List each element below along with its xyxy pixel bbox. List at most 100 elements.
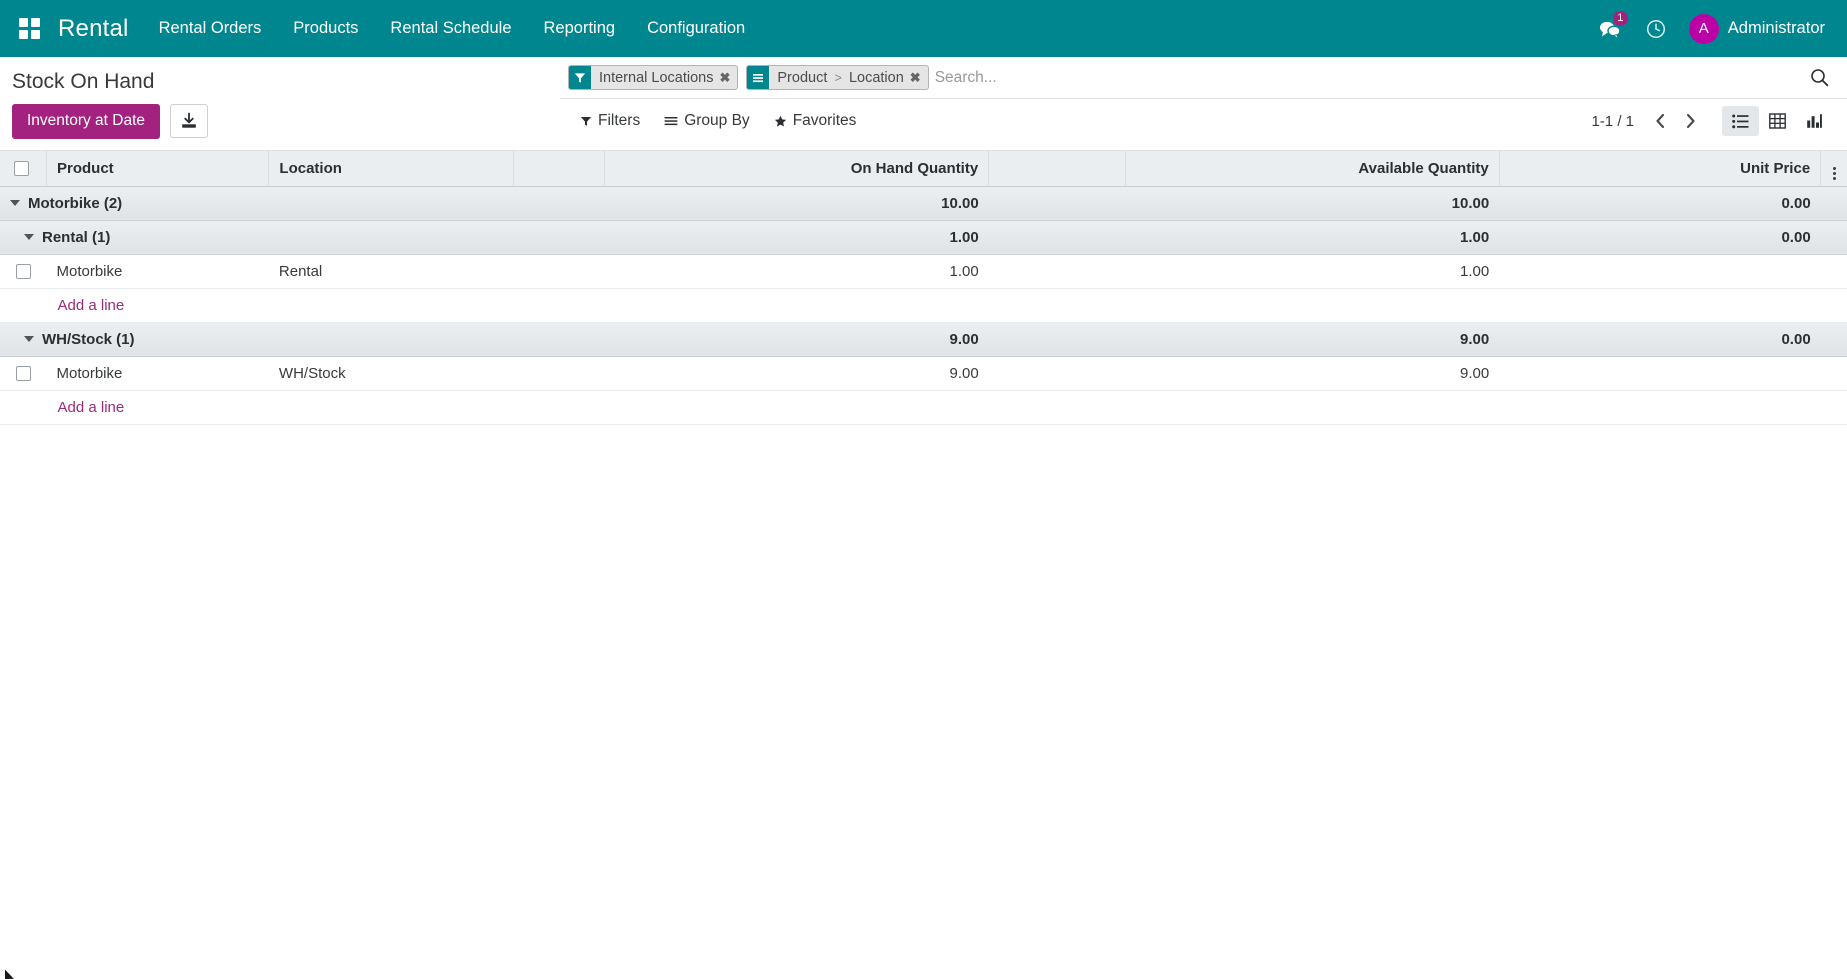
view-switcher — [1722, 106, 1833, 136]
user-menu[interactable]: A Administrator — [1679, 14, 1829, 44]
facet-product-location-label: Product > Location ✖ — [769, 66, 927, 89]
group-on-hand: 9.00 — [605, 322, 989, 356]
select-all-checkbox[interactable] — [14, 161, 29, 176]
user-name: Administrator — [1728, 19, 1825, 38]
close-x-icon[interactable]: ✖ — [719, 71, 730, 84]
search-icon — [1810, 68, 1829, 87]
bar-chart-icon — [1806, 113, 1823, 129]
pager-next-button[interactable] — [1676, 108, 1704, 134]
row-checkbox[interactable] — [16, 366, 31, 381]
list-view-icon — [1732, 114, 1749, 129]
table-row[interactable]: Motorbike WH/Stock 9.00 9.00 — [0, 356, 1847, 390]
facet-text: Internal Locations — [599, 70, 713, 86]
empty-content-area — [0, 425, 1847, 979]
group-by-lines-icon — [664, 115, 678, 127]
list-header: Product Location On Hand Quantity Availa… — [0, 151, 1847, 187]
control-panel-left: Stock On Hand Inventory at Date — [0, 57, 560, 150]
search-button[interactable] — [1800, 68, 1833, 87]
filters-dropdown[interactable]: Filters — [568, 108, 652, 134]
add-a-line-row[interactable]: Add a line — [0, 288, 1847, 322]
view-switcher-pivot[interactable] — [1759, 106, 1796, 136]
list-body: Motorbike (2) 10.00 10.00 0.00 Rental (1… — [0, 186, 1847, 424]
app-brand-rental[interactable]: Rental — [52, 15, 143, 43]
group-spacer-2 — [989, 186, 1125, 220]
group-unit-price: 0.00 — [1499, 322, 1820, 356]
add-a-line-button[interactable]: Add a line — [57, 399, 125, 416]
table-row[interactable]: Motorbike Rental 1.00 1.00 — [0, 254, 1847, 288]
pager: 1-1 / 1 — [1591, 108, 1704, 134]
cell-unit-price — [1499, 254, 1820, 288]
menu-item-configuration[interactable]: Configuration — [631, 0, 761, 57]
cell-location: Rental — [269, 254, 514, 288]
group-by-label: Group By — [684, 112, 749, 130]
column-header-unit-price[interactable]: Unit Price — [1499, 151, 1820, 187]
clock-activity-icon — [1645, 18, 1667, 40]
messages-menu-button[interactable]: 1 — [1587, 9, 1633, 49]
filter-funnel-icon — [569, 66, 591, 89]
cell-spacer-1 — [514, 356, 605, 390]
group-row-motorbike[interactable]: Motorbike (2) 10.00 10.00 0.00 — [0, 186, 1847, 220]
export-button[interactable] — [170, 104, 208, 138]
cell-spacer-2 — [989, 356, 1125, 390]
add-a-line-row[interactable]: Add a line — [0, 390, 1847, 424]
apps-menu-toggle[interactable] — [12, 12, 46, 46]
cell-unit-price — [1499, 356, 1820, 390]
search-input[interactable] — [929, 67, 1800, 89]
cell-on-hand-quantity: 1.00 — [605, 254, 989, 288]
group-spacer-1 — [514, 186, 605, 220]
column-header-spacer-2 — [989, 151, 1125, 187]
group-row-wh-stock[interactable]: WH/Stock (1) 9.00 9.00 0.00 — [0, 322, 1847, 356]
close-x-icon[interactable]: ✖ — [910, 71, 921, 84]
column-header-on-hand-quantity[interactable]: On Hand Quantity — [605, 151, 989, 187]
addline-spacer-check — [0, 390, 47, 424]
caret-down-icon — [10, 200, 20, 206]
messages-badge: 1 — [1613, 11, 1628, 26]
main-menu: Rental Orders Products Rental Schedule R… — [143, 0, 762, 57]
activities-menu-button[interactable] — [1633, 9, 1679, 49]
column-options-button[interactable] — [1821, 151, 1847, 187]
app-root: Rental Rental Orders Products Rental Sch… — [0, 0, 1847, 979]
search-dropdown-toggles: Filters Group By — [568, 108, 868, 134]
addline-cell: Add a line — [47, 288, 1847, 322]
cell-product: Motorbike — [47, 356, 269, 390]
menu-item-rental-schedule[interactable]: Rental Schedule — [374, 0, 527, 57]
column-header-available-quantity[interactable]: Available Quantity — [1125, 151, 1499, 187]
column-header-spacer-1 — [514, 151, 605, 187]
pager-value: 1-1 / 1 — [1591, 113, 1644, 130]
cell-spacer-2 — [989, 254, 1125, 288]
facet-text-product: Product — [777, 70, 827, 86]
row-checkbox[interactable] — [16, 264, 31, 279]
row-select-cell — [0, 254, 47, 288]
group-spacer-1 — [514, 322, 605, 356]
pivot-table-icon — [1769, 113, 1786, 129]
group-available: 9.00 — [1125, 322, 1499, 356]
facet-text-location: Location — [849, 70, 904, 86]
add-a-line-button[interactable]: Add a line — [57, 297, 125, 314]
menu-item-products[interactable]: Products — [277, 0, 374, 57]
navbar-systray: 1 A Administrator — [1587, 9, 1829, 49]
filter-bar: Filters Group By — [560, 99, 1847, 143]
menu-item-reporting[interactable]: Reporting — [528, 0, 632, 57]
facet-internal-locations[interactable]: Internal Locations ✖ — [568, 65, 738, 90]
column-header-product[interactable]: Product — [47, 151, 269, 187]
group-label-cell: Motorbike (2) — [0, 186, 514, 220]
group-options-spacer — [1821, 186, 1847, 220]
group-row-rental[interactable]: Rental (1) 1.00 1.00 0.00 — [0, 220, 1847, 254]
control-panel-buttons: Inventory at Date — [12, 104, 560, 150]
download-export-icon — [180, 112, 198, 130]
row-select-cell — [0, 356, 47, 390]
group-spacer-2 — [989, 322, 1125, 356]
caret-down-icon — [24, 234, 34, 240]
view-switcher-list[interactable] — [1722, 106, 1759, 136]
apps-grid-icon — [19, 18, 40, 39]
group-available: 1.00 — [1125, 220, 1499, 254]
chevron-left-icon — [1654, 113, 1667, 129]
column-header-location[interactable]: Location — [269, 151, 514, 187]
menu-item-rental-orders[interactable]: Rental Orders — [143, 0, 278, 57]
favorites-dropdown[interactable]: Favorites — [762, 108, 869, 134]
facet-product-location[interactable]: Product > Location ✖ — [746, 65, 928, 90]
view-switcher-graph[interactable] — [1796, 106, 1833, 136]
pager-previous-button[interactable] — [1646, 108, 1674, 134]
inventory-at-date-button[interactable]: Inventory at Date — [12, 104, 160, 139]
group-by-dropdown[interactable]: Group By — [652, 108, 761, 134]
